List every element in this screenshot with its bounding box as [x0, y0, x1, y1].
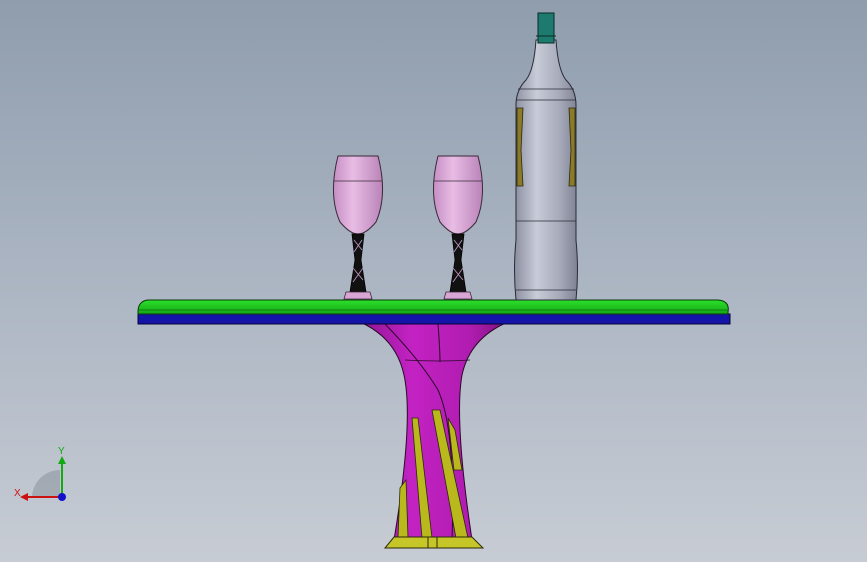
wine-bottle[interactable]	[514, 12, 578, 301]
wine-glass-left[interactable]	[332, 155, 384, 300]
x-axis-label: X	[14, 488, 21, 499]
triad-plane-icon	[32, 470, 60, 497]
view-orientation-triad: Y X	[10, 440, 80, 510]
z-axis-icon	[58, 493, 66, 501]
y-axis-label: Y	[58, 446, 65, 457]
table-pedestal[interactable]	[359, 321, 509, 549]
wine-glass-right[interactable]	[432, 155, 484, 300]
table-top[interactable]	[137, 299, 731, 325]
3d-viewport[interactable]: Y X	[0, 0, 867, 562]
model-scene[interactable]	[0, 0, 867, 562]
